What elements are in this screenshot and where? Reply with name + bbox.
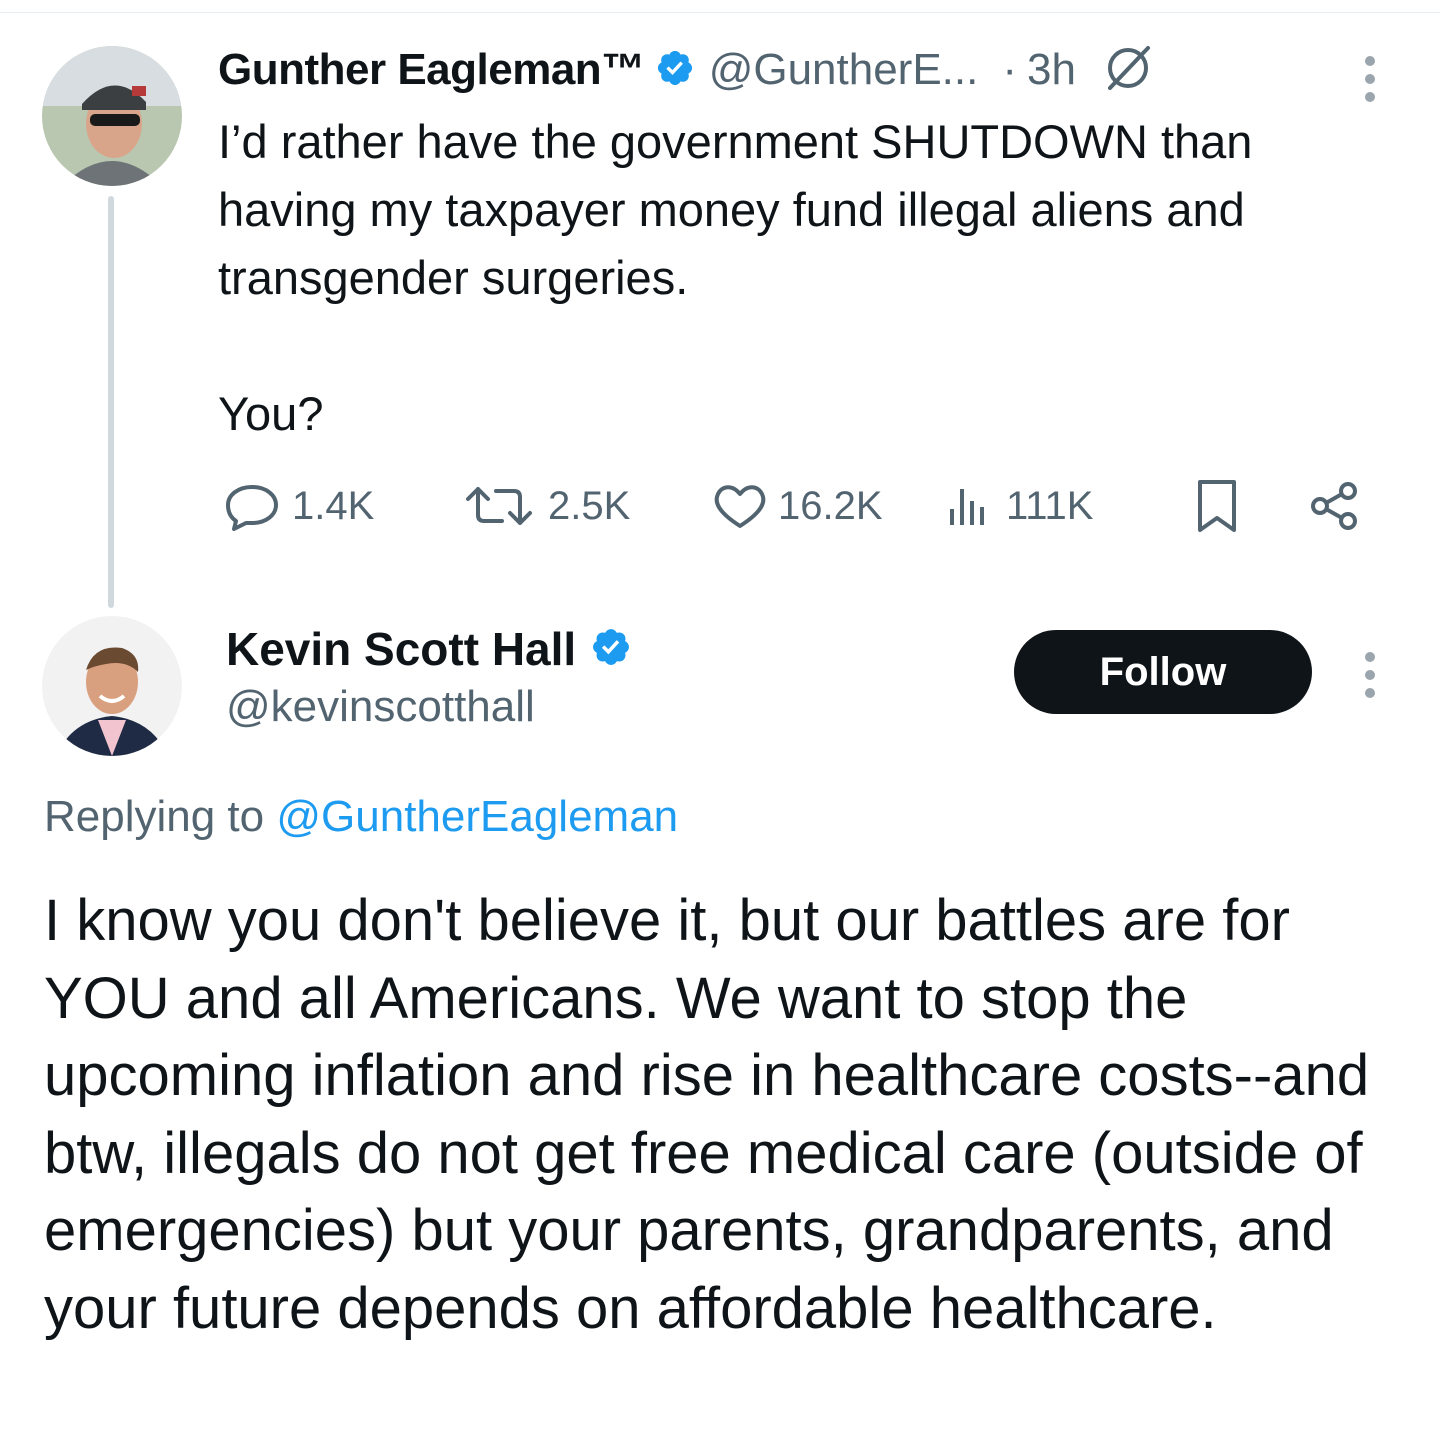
reply-author-row: Kevin Scott Hall <box>226 622 646 676</box>
share-action[interactable] <box>1308 476 1370 536</box>
reply-more-options-icon[interactable] <box>1358 652 1382 706</box>
repost-icon <box>466 487 532 525</box>
bookmark-action[interactable] <box>1194 476 1248 536</box>
reply-handle[interactable]: @kevinscotthall <box>226 682 535 732</box>
parent-avatar[interactable] <box>42 46 182 186</box>
follow-button[interactable]: Follow <box>1014 630 1312 714</box>
time-separator: · <box>1002 45 1018 94</box>
repost-count: 2.5K <box>548 483 631 528</box>
parent-tweet-header: Gunther Eagleman™ @GuntherE... · 3h <box>218 40 1156 100</box>
replying-to-mention-link[interactable]: @GuntherEagleman <box>276 792 678 841</box>
replying-to-line: Replying to @GuntherEagleman <box>44 792 678 842</box>
parent-more-options-icon[interactable] <box>1358 56 1382 110</box>
reply-tweet-text: I know you don't believe it, but our bat… <box>44 888 1370 1341</box>
verified-badge-icon <box>655 48 695 93</box>
reply-avatar[interactable] <box>42 616 182 756</box>
replying-prefix: Replying to <box>44 792 277 841</box>
like-count: 16.2K <box>778 483 883 528</box>
parent-handle[interactable]: @GuntherE... <box>709 45 979 95</box>
reply-action[interactable]: 1.4K <box>220 476 374 536</box>
views-action[interactable]: 111K <box>944 476 1093 536</box>
top-divider <box>0 12 1440 13</box>
like-action[interactable]: 16.2K <box>710 476 883 536</box>
grok-icon[interactable] <box>1100 40 1156 101</box>
reply-icon <box>226 485 278 531</box>
verified-badge-icon <box>590 626 632 673</box>
thread-connector-line <box>108 196 114 608</box>
reply-author-name[interactable]: Kevin Scott Hall <box>226 622 576 676</box>
views-count: 111K <box>1006 483 1094 528</box>
parent-timestamp[interactable]: 3h <box>1027 45 1076 95</box>
repost-action[interactable]: 2.5K <box>458 476 630 536</box>
heart-icon <box>714 485 766 528</box>
parent-tweet-text: I’d rather have the government SHUTDOWN … <box>218 115 1253 440</box>
bookmark-icon <box>1198 480 1236 532</box>
reply-count: 1.4K <box>292 483 375 528</box>
parent-author-name[interactable]: Gunther Eagleman™ <box>218 45 645 95</box>
parent-action-bar: 1.4K 2.5K 16.2K 111K <box>218 476 1378 536</box>
views-bar-chart-icon <box>950 489 984 525</box>
share-icon <box>1311 482 1357 530</box>
